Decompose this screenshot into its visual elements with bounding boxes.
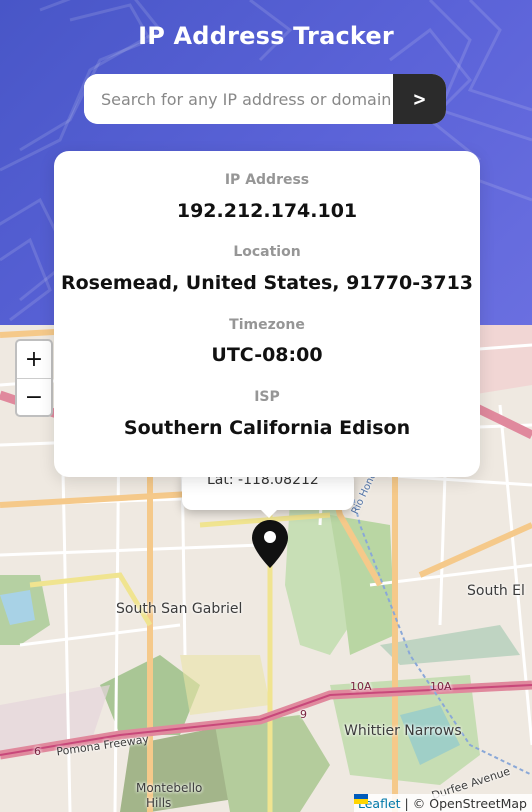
timezone-label: Timezone (229, 317, 305, 333)
ip-address-label: IP Address (224, 172, 310, 188)
map-label-whittier-narrows: Whittier Narrows (344, 723, 462, 739)
map-label-montebello: Montebello (136, 781, 203, 795)
search-input[interactable] (84, 74, 393, 124)
osm-link[interactable]: © OpenStreetMap (413, 796, 527, 811)
map-label-hills: Hills (146, 796, 172, 810)
map-label-route-10a-1: 10A (350, 680, 372, 693)
map-label-route-9: 9 (300, 708, 307, 721)
info-card: IP Address 192.212.174.101 Location Rose… (54, 151, 480, 477)
location-value: Rosemead, United States, 91770-3713 (60, 272, 474, 294)
timezone-value: UTC-08:00 (211, 344, 323, 366)
map-label-south-san-gabriel: South San Gabriel (116, 601, 243, 617)
ukraine-flag-icon (353, 794, 368, 804)
zoom-in-button[interactable]: + (17, 341, 51, 379)
map-attribution: Leaflet | © OpenStreetMap (353, 794, 532, 812)
map-label-south-el: South El (467, 583, 525, 599)
chevron-right-icon: > (413, 87, 426, 111)
attribution-separator: | (404, 795, 409, 811)
search-submit-button[interactable]: > (393, 74, 446, 124)
popup-tip (259, 508, 279, 518)
map-label-route-10a-2: 10A (430, 680, 452, 693)
isp-label: ISP (254, 389, 280, 405)
ip-address-value: 192.212.174.101 (176, 200, 358, 222)
map-label-route-6: 6 (34, 745, 41, 758)
isp-value: Southern California Edison (123, 417, 411, 439)
zoom-control: + − (15, 339, 53, 417)
location-label: Location (233, 244, 301, 260)
page-title: IP Address Tracker (138, 22, 394, 50)
search-bar: > (84, 74, 446, 124)
zoom-out-button[interactable]: − (17, 379, 51, 416)
